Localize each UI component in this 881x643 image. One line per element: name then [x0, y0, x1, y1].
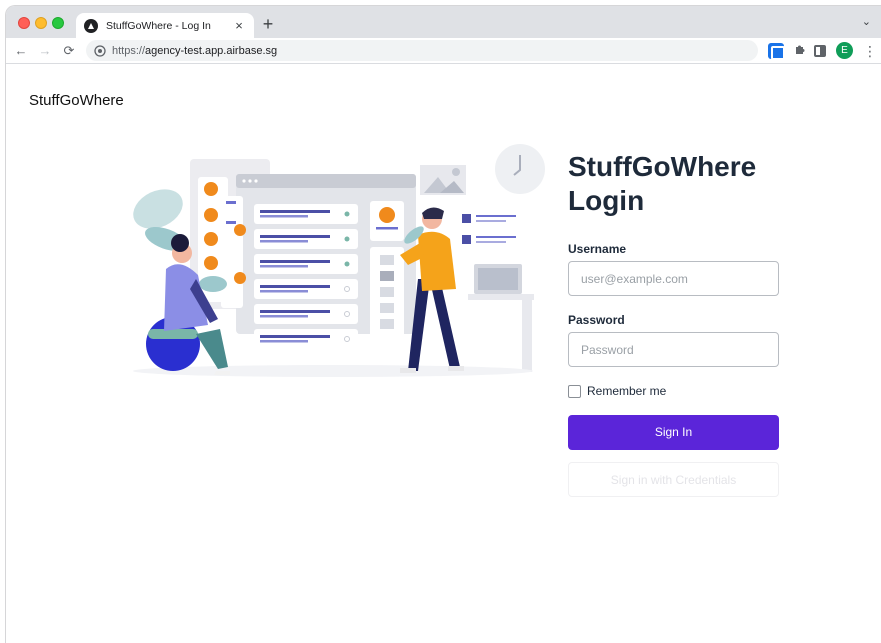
browser-toolbar: ← → ⟳ https://agency-test.app.airbase.sg…: [6, 38, 881, 64]
maximize-window-button[interactable]: [52, 17, 64, 29]
url-scheme: https://: [112, 44, 146, 57]
tab-search-chevron-icon[interactable]: ⌄: [862, 15, 871, 28]
page-content: StuffGoWhere StuffGoWhere Login Username…: [6, 65, 881, 643]
password-input[interactable]: [568, 332, 779, 367]
password-label: Password: [568, 313, 625, 327]
minimize-window-button[interactable]: [35, 17, 47, 29]
login-illustration: [133, 144, 545, 377]
tab-stuffgowhere[interactable]: StuffGoWhere - Log In ×: [76, 13, 254, 38]
remember-me-row[interactable]: Remember me: [568, 384, 780, 398]
side-panel-icon[interactable]: [814, 45, 826, 57]
sign-in-credentials-button[interactable]: Sign in with Credentials: [568, 462, 779, 497]
tab-close-icon[interactable]: ×: [232, 18, 246, 33]
triangle-logo-icon: [84, 18, 98, 33]
forward-arrow-icon[interactable]: →: [36, 42, 54, 60]
extension-icon[interactable]: [768, 43, 785, 60]
remember-me-label: Remember me: [587, 384, 667, 398]
profile-avatar[interactable]: E: [836, 42, 853, 59]
tab-title: StuffGoWhere - Log In: [106, 19, 211, 32]
brand-name: StuffGoWhere: [29, 92, 124, 109]
sign-in-button[interactable]: Sign In: [568, 415, 779, 450]
site-info-icon[interactable]: [94, 44, 106, 57]
url-host: agency-test.app.airbase.sg: [145, 44, 278, 57]
browser-window: StuffGoWhere - Log In × + ⌄ ← → ⟳ https:…: [5, 5, 881, 643]
login-title: StuffGoWhere Login: [568, 151, 757, 216]
remember-me-checkbox[interactable]: [568, 384, 581, 398]
kebab-menu-icon[interactable]: ⋮: [863, 42, 877, 60]
reload-icon[interactable]: ⟳: [60, 42, 78, 60]
address-bar[interactable]: https://agency-test.app.airbase.sg: [86, 40, 758, 61]
back-arrow-icon[interactable]: ←: [12, 42, 30, 60]
close-window-button[interactable]: [18, 17, 30, 29]
username-label: Username: [568, 242, 627, 256]
puzzle-icon[interactable]: [792, 43, 808, 59]
new-tab-button[interactable]: +: [258, 14, 278, 34]
username-input[interactable]: [568, 261, 779, 296]
tab-strip: StuffGoWhere - Log In × + ⌄: [6, 6, 881, 38]
login-form: StuffGoWhere Login Username Password Rem…: [568, 150, 780, 497]
